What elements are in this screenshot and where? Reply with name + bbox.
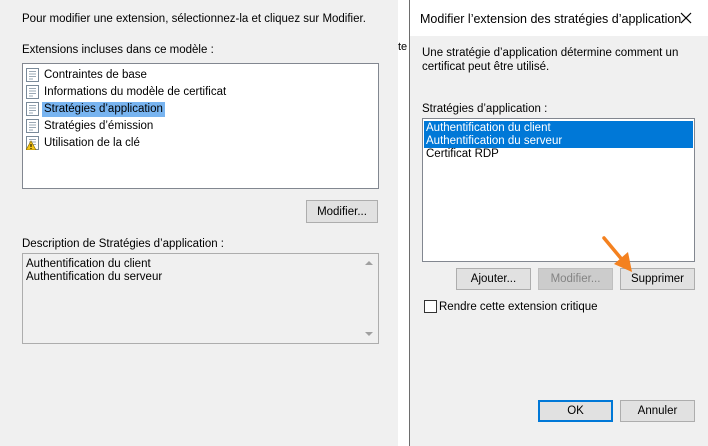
extensions-label: Extensions incluses dans ce modèle : [22, 44, 214, 56]
extension-item-label: Informations du modèle de certificat [44, 85, 227, 98]
extension-item[interactable]: Utilisation de la clé [25, 135, 142, 151]
dialog-title: Modifier l’extension des stratégies d’ap… [420, 12, 682, 26]
partial-text: te [398, 41, 408, 53]
policy-item[interactable]: Authentification du serveur [424, 134, 693, 148]
modify-extension-button[interactable]: Modifier... [306, 200, 378, 223]
description-line-1: Authentification du client [26, 258, 151, 270]
description-box: Authentification du client Authentificat… [22, 253, 379, 344]
description-line-2: Authentification du serveur [26, 271, 163, 283]
policy-item[interactable]: Certificat RDP [424, 147, 693, 161]
extension-item-label: Stratégies d’application [42, 101, 165, 117]
critical-checkbox-label[interactable]: Rendre cette extension critique [439, 300, 598, 314]
extension-item[interactable]: Stratégies d’émission [26, 118, 155, 134]
policy-item[interactable]: Authentification du client [424, 121, 693, 135]
extension-item-label: Contraintes de base [44, 68, 147, 81]
certificate-icon [26, 102, 39, 116]
policies-label: Stratégies d’application : [422, 103, 548, 115]
close-icon[interactable] [678, 10, 694, 26]
ok-button[interactable]: OK [538, 400, 613, 422]
intro-line-2: certificat peut être utilisé. [422, 61, 550, 73]
dialog-titlebar[interactable]: Modifier l’extension des stratégies d’ap… [410, 0, 708, 36]
instruction-text: Pour modifier une extension, sélectionne… [22, 13, 366, 25]
certificate-icon [26, 85, 39, 99]
certificate-icon [26, 68, 39, 82]
extension-item-label: Utilisation de la clé [44, 136, 140, 149]
critical-checkbox[interactable] [424, 300, 437, 313]
description-scrollbar[interactable] [361, 254, 378, 343]
background-dialog: Pour modifier une extension, sélectionne… [0, 0, 398, 446]
background-window-strip: te [398, 0, 409, 446]
annotation-arrow-icon [602, 236, 632, 272]
cancel-button[interactable]: Annuler [620, 400, 695, 422]
description-label: Description de Stratégies d’application … [22, 238, 225, 250]
certificate-icon [26, 119, 39, 133]
intro-line-1: Une stratégie d’application détermine co… [422, 47, 679, 59]
extensions-list[interactable]: Contraintes de base Informations du modèl… [22, 63, 379, 189]
add-button[interactable]: Ajouter... [456, 268, 531, 290]
extension-item[interactable]: Stratégies d’application [26, 101, 165, 117]
certificate-warning-icon [25, 136, 39, 151]
extension-item[interactable]: Contraintes de base [26, 67, 149, 83]
modify-application-policies-dialog: Modifier l’extension des stratégies d’ap… [409, 0, 708, 446]
policies-list[interactable]: Authentification du client Authentificat… [422, 118, 695, 262]
extension-item-label: Stratégies d’émission [44, 119, 154, 132]
scroll-up-icon[interactable] [365, 261, 373, 265]
extension-item[interactable]: Informations du modèle de certificat [26, 84, 228, 100]
scroll-down-icon[interactable] [365, 332, 373, 336]
